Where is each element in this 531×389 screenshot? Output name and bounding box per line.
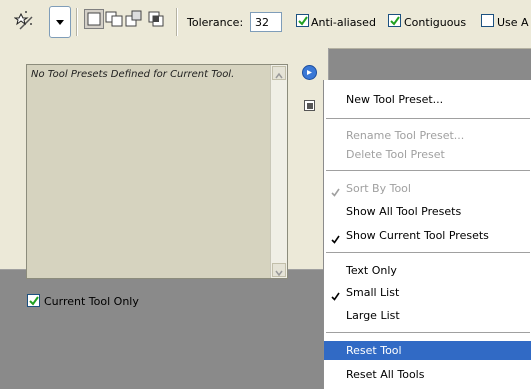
empty-presets-message: No Tool Presets Defined for Current Tool… — [31, 69, 235, 80]
menu-item-show-all-tool-presets[interactable]: Show All Tool Presets — [324, 202, 531, 221]
options-bar: Tolerance: Anti-aliased Contiguous Use A — [0, 0, 531, 49]
intersect-selection-icon[interactable] — [146, 9, 166, 29]
separator — [76, 8, 78, 36]
scroll-up-button[interactable] — [272, 66, 286, 80]
new-preset-icon[interactable] — [304, 96, 315, 111]
anti-aliased-checkbox[interactable] — [296, 14, 309, 27]
menu-separator — [326, 332, 530, 333]
tool-preset-picker-button[interactable] — [49, 6, 71, 38]
menu-item-new-tool-preset[interactable]: New Tool Preset... — [324, 90, 531, 109]
tolerance-input[interactable] — [250, 12, 282, 32]
menu-item-small-list[interactable]: Small List — [324, 283, 531, 302]
checkmark-icon — [390, 16, 400, 26]
menu-item-rename-tool-preset[interactable]: Rename Tool Preset... — [324, 126, 531, 145]
checkmark-icon — [298, 16, 308, 26]
tolerance-label: Tolerance: — [187, 16, 244, 29]
menu-item-large-list[interactable]: Large List — [324, 306, 531, 325]
panel-menu-button[interactable] — [301, 64, 318, 81]
panel-menu-icon — [302, 65, 317, 80]
use-all-layers-label: Use A — [497, 16, 529, 29]
checkmark-icon — [29, 296, 39, 306]
menu-separator — [326, 118, 530, 119]
new-selection-icon[interactable] — [84, 9, 104, 29]
subtract-from-selection-icon[interactable] — [124, 9, 144, 29]
chevron-down-icon — [56, 20, 64, 25]
tool-preset-panel: No Tool Presets Defined for Current Tool… — [0, 48, 329, 308]
menu-item-text-only[interactable]: Text Only — [324, 261, 531, 280]
menu-item-reset-all-tools[interactable]: Reset All Tools — [324, 365, 531, 384]
menu-item-sort-by-tool[interactable]: Sort By Tool — [324, 179, 531, 198]
contiguous-label: Contiguous — [404, 16, 467, 29]
contiguous-checkbox[interactable] — [388, 14, 401, 27]
preset-list-scrollbar[interactable] — [270, 65, 287, 278]
menu-separator — [326, 170, 530, 171]
anti-aliased-label: Anti-aliased — [311, 16, 376, 29]
current-tool-only-checkbox[interactable] — [27, 294, 40, 307]
menu-separator — [326, 252, 530, 253]
menu-item-delete-tool-preset[interactable]: Delete Tool Preset — [324, 145, 531, 164]
chevron-down-icon — [275, 270, 283, 277]
checkmark-icon — [331, 288, 340, 307]
current-tool-only-label: Current Tool Only — [44, 295, 139, 308]
menu-item-reset-tool[interactable]: Reset Tool — [324, 341, 531, 360]
checkmark-icon — [331, 184, 340, 203]
magic-wand-icon[interactable] — [13, 9, 40, 35]
use-all-layers-checkbox[interactable] — [481, 14, 494, 27]
panel-flyout-menu: New Tool Preset... Rename Tool Preset...… — [323, 80, 531, 389]
scroll-down-button[interactable] — [272, 263, 286, 277]
chevron-up-icon — [275, 72, 283, 79]
photoshop-window: Tolerance: Anti-aliased Contiguous Use A… — [0, 0, 531, 389]
menu-item-show-current-tool-presets[interactable]: Show Current Tool Presets — [324, 226, 531, 245]
separator — [176, 8, 178, 36]
add-to-selection-icon[interactable] — [104, 9, 124, 29]
preset-list[interactable]: No Tool Presets Defined for Current Tool… — [26, 64, 288, 279]
checkmark-icon — [331, 231, 340, 250]
